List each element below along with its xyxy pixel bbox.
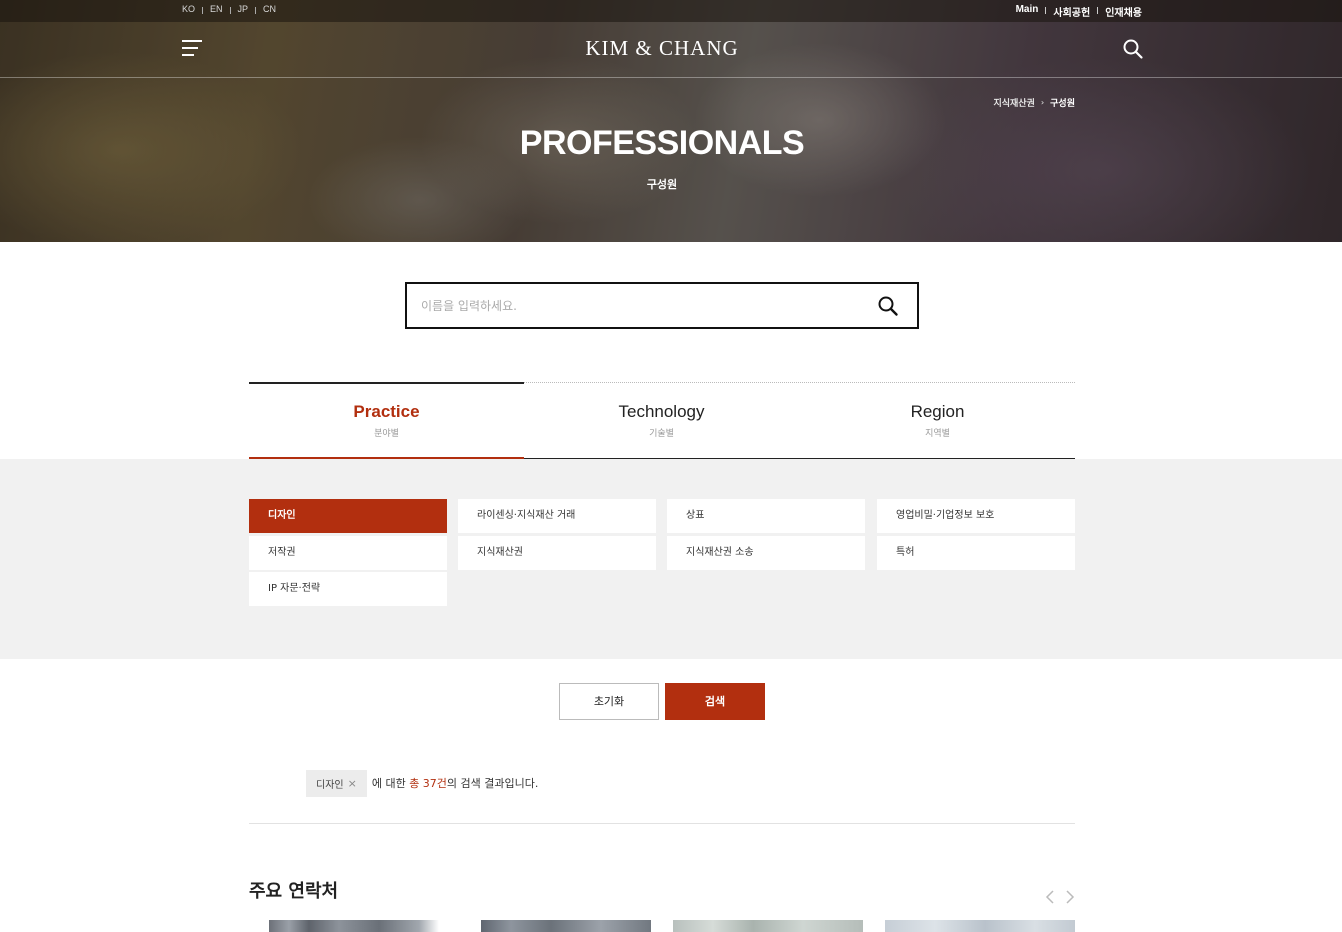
search-submit-icon[interactable] [877,295,899,317]
tab-sublabel: 기술별 [649,429,674,439]
lang-en[interactable]: EN [210,4,223,14]
category-ip[interactable]: 지식재산권 [458,536,656,570]
lang-cn[interactable]: CN [263,4,276,14]
contact-photo[interactable] [461,920,651,932]
page-subtitle: 구성원 [646,178,678,191]
close-icon[interactable]: × [348,777,357,790]
link-careers[interactable]: 인재채용 [1105,4,1142,19]
hero-banner: KO EN JP CN Main 사회공헌 인재채용 KIM & CHANG 지… [0,0,1342,242]
lang-jp[interactable]: JP [238,4,249,14]
reset-button[interactable]: 초기화 [559,683,659,720]
contacts-title: 주요 연락처 [249,881,339,902]
contact-photo[interactable] [673,920,863,932]
breadcrumb: 지식재산권 › 구성원 [993,96,1075,109]
result-suffix: 의 검색 결과입니다. [446,777,539,790]
tab-technology[interactable]: Technology 기술별 [524,382,799,458]
contact-photo[interactable] [249,920,439,932]
chevron-right-icon[interactable] [1064,888,1076,906]
main-header: KIM & CHANG [0,22,1342,78]
search-button[interactable]: 검색 [665,683,765,720]
category-trade-secret[interactable]: 영업비밀·기업정보 보호 [877,499,1075,533]
category-copyright[interactable]: 저작권 [249,536,447,570]
chevron-left-icon[interactable] [1044,888,1056,906]
category-licensing[interactable]: 라이센싱·지식재산 거래 [458,499,656,533]
filter-chip: 디자인 × [306,769,367,797]
result-prefix: 에 대한 [371,777,406,790]
link-main[interactable]: Main [1016,4,1039,19]
utility-bar: KO EN JP CN Main 사회공헌 인재채용 [0,0,1342,22]
language-selector: KO EN JP CN [182,4,276,14]
utility-links: Main 사회공헌 인재채용 [1016,4,1142,19]
category-ip-advisory[interactable]: IP 자문·전략 [249,572,447,606]
tab-sublabel: 지역별 [925,429,950,439]
search-result-summary: 디자인 × 에 대한 총 37건 의 검색 결과입니다. [306,769,538,797]
divider [249,823,1075,824]
filter-chip-label: 디자인 [316,779,344,791]
name-search-box [405,282,919,329]
tab-region[interactable]: Region 지역별 [800,382,1075,458]
tab-sublabel: 분야별 [374,429,399,439]
category-trademark[interactable]: 상표 [667,499,865,533]
lang-ko[interactable]: KO [182,4,195,14]
category-panel: 디자인 라이센싱·지식재산 거래 상표 영업비밀·기업정보 보호 저작권 지식재… [0,459,1342,659]
chevron-right-icon: › [1040,98,1045,107]
breadcrumb-parent[interactable]: 지식재산권 [993,96,1034,109]
tab-label: Practice [353,402,420,421]
filter-tabs: Practice 분야별 Technology 기술별 Region 지역별 [249,382,1075,459]
name-search-input[interactable] [421,295,861,317]
tab-label: Region [910,402,965,421]
link-social-contribution[interactable]: 사회공헌 [1053,4,1090,19]
tab-practice[interactable]: Practice 분야별 [249,382,524,459]
result-count: 총 37건 [409,777,447,790]
category-ip-litigation[interactable]: 지식재산권 소송 [667,536,865,570]
tab-label: Technology [618,402,705,421]
page-title: PROFESSIONALS [519,124,805,162]
category-design[interactable]: 디자인 [249,499,447,533]
search-icon[interactable] [1122,38,1144,60]
contact-photo[interactable] [885,920,1075,932]
breadcrumb-current: 구성원 [1050,99,1075,109]
category-patent[interactable]: 특허 [877,536,1075,570]
